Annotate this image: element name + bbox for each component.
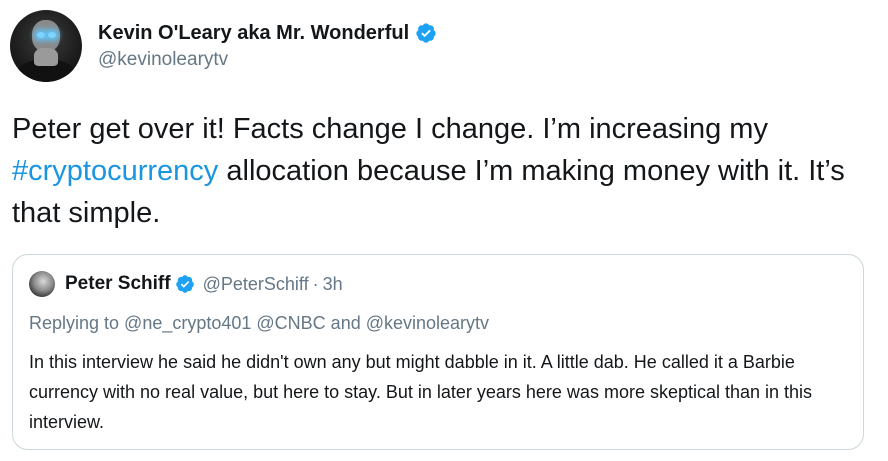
verified-badge-icon [175, 275, 194, 293]
author-text: Kevin O'Leary aka Mr. Wonderful @kevinol… [98, 22, 437, 71]
meta-separator: · [312, 273, 319, 294]
tweet-text: Peter get over it! Facts change I change… [12, 108, 872, 234]
verified-badge-icon [416, 23, 436, 43]
quoted-tweet-text: In this interview he said he didn't own … [29, 352, 813, 432]
avatar-left-eye [37, 32, 45, 38]
author-display-name[interactable]: Kevin O'Leary aka Mr. Wonderful [98, 22, 409, 45]
tweet-text-before: Peter get over it! Facts change I change… [12, 113, 768, 145]
quoted-author-avatar [29, 271, 55, 297]
quoted-tweet-author: Peter Schiff @PeterSchiff · 3h [29, 271, 343, 297]
avatar-right-eye [48, 32, 56, 38]
quoted-tweet[interactable]: Peter Schiff @PeterSchiff · 3h Replying … [12, 254, 864, 450]
quoted-author-handle: @PeterSchiff [202, 273, 309, 294]
tweet-card: Kevin O'Leary aka Mr. Wonderful @kevinol… [0, 0, 888, 461]
quoted-tweet-timestamp: 3h [322, 273, 343, 294]
quoted-author-display-name: Peter Schiff [65, 273, 171, 294]
author-handle[interactable]: @kevinolearytv [98, 49, 437, 71]
hashtag-link[interactable]: #cryptocurrency [12, 155, 218, 187]
tweet-author: Kevin O'Leary aka Mr. Wonderful @kevinol… [10, 10, 437, 82]
author-name-line: Kevin O'Leary aka Mr. Wonderful [98, 22, 437, 45]
author-avatar[interactable] [10, 10, 82, 82]
replying-to-line: Replying to @ne_crypto401 @CNBC and @kev… [29, 313, 490, 333]
avatar-hands [34, 48, 58, 66]
